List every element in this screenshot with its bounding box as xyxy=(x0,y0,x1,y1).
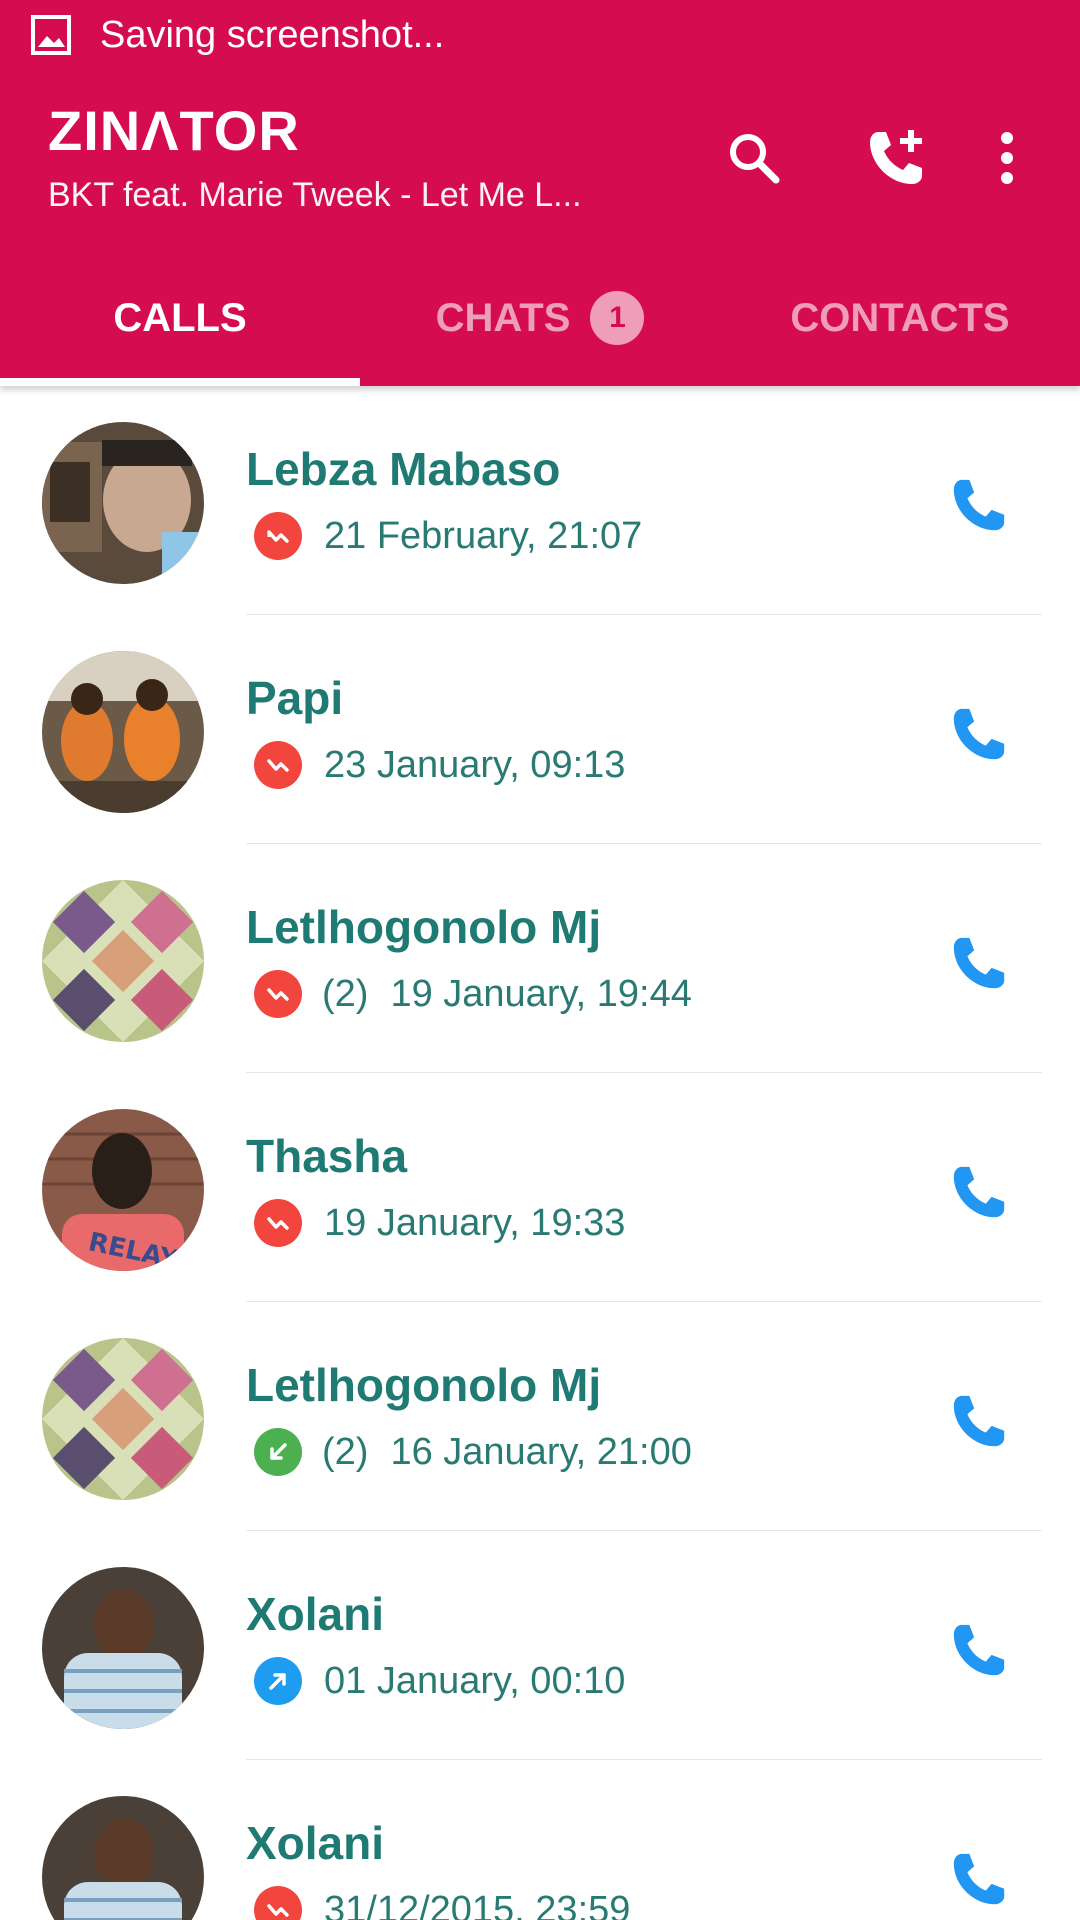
call-phone-icon[interactable] xyxy=(944,1615,1014,1685)
add-call-icon[interactable] xyxy=(864,126,928,190)
call-meta: 21 February, 21:07 xyxy=(254,510,642,562)
contact-name: Xolani xyxy=(246,1817,385,1869)
tab-chats-label: CHATS xyxy=(435,295,571,340)
call-phone-icon[interactable] xyxy=(944,699,1014,769)
avatar[interactable] xyxy=(42,1567,204,1729)
missed-call-icon xyxy=(254,1886,302,1920)
avatar[interactable] xyxy=(42,1796,204,1920)
call-row[interactable]: Xolani 31/12/2015, 23:59 xyxy=(0,1760,1080,1920)
incoming-call-icon xyxy=(254,1428,302,1476)
outgoing-call-icon xyxy=(254,1657,302,1705)
call-time: 19 January, 19:33 xyxy=(324,1201,626,1244)
tab-calls[interactable]: CALLS xyxy=(0,250,360,386)
call-meta: (2) 19 January, 19:44 xyxy=(254,968,692,1020)
contact-name: Xolani xyxy=(246,1588,385,1640)
call-meta: 01 January, 00:10 xyxy=(254,1655,625,1707)
call-time: 01 January, 00:10 xyxy=(324,1659,626,1702)
tab-calls-label: CALLS xyxy=(113,295,247,340)
call-time: 21 February, 21:07 xyxy=(324,514,643,557)
call-meta: 19 January, 19:33 xyxy=(254,1197,625,1249)
image-icon xyxy=(30,14,72,56)
contact-name: Thasha xyxy=(246,1130,408,1182)
tab-contacts[interactable]: CONTACTS xyxy=(720,250,1080,386)
call-count: (2) xyxy=(322,1430,369,1473)
now-playing-subtitle[interactable]: BKT feat. Marie Tweek - Let Me L... xyxy=(48,176,648,215)
call-time: 31/12/2015, 23:59 xyxy=(324,1888,631,1920)
tab-contacts-label: CONTACTS xyxy=(790,295,1010,340)
status-bar: Saving screenshot... xyxy=(0,0,1080,70)
avatar[interactable]: RELAY xyxy=(42,1109,204,1271)
contact-name: Lebza Mabaso xyxy=(246,443,561,495)
contact-name: Letlhogonolo Mj xyxy=(246,901,602,953)
more-vert-icon[interactable] xyxy=(975,126,1039,190)
missed-call-icon xyxy=(254,1199,302,1247)
call-time: 23 January, 09:13 xyxy=(324,743,626,786)
search-icon[interactable] xyxy=(722,126,786,190)
tab-chats[interactable]: CHATS 1 xyxy=(360,250,720,386)
call-phone-icon[interactable] xyxy=(944,1386,1014,1456)
contact-name: Letlhogonolo Mj xyxy=(246,1359,602,1411)
call-row[interactable]: Letlhogonolo Mj (2) 16 January, 21:00 xyxy=(0,1302,1080,1531)
app-title: ZINΛTOR xyxy=(48,99,300,162)
call-row[interactable]: Xolani 01 January, 00:10 xyxy=(0,1531,1080,1760)
call-phone-icon[interactable] xyxy=(944,470,1014,540)
status-text: Saving screenshot... xyxy=(100,13,445,56)
call-time: 19 January, 19:44 xyxy=(390,972,692,1015)
contact-name: Papi xyxy=(246,672,344,724)
screen: Saving screenshot... ZINΛTOR BKT feat. M… xyxy=(0,0,1080,1920)
call-meta: 23 January, 09:13 xyxy=(254,739,625,791)
avatar[interactable] xyxy=(42,1338,204,1500)
call-row[interactable]: Lebza Mabaso 21 February, 21:07 xyxy=(0,386,1080,615)
chats-unread-badge: 1 xyxy=(590,291,645,345)
call-phone-icon[interactable] xyxy=(944,1844,1014,1914)
app-bar: ZINΛTOR BKT feat. Marie Tweek - Let Me L… xyxy=(0,70,1080,250)
call-row[interactable]: RELAY Thasha 19 January, 19:33 xyxy=(0,1073,1080,1302)
call-row[interactable]: Papi 23 January, 09:13 xyxy=(0,615,1080,844)
call-meta: 31/12/2015, 23:59 xyxy=(254,1884,630,1920)
missed-call-icon xyxy=(254,970,302,1018)
missed-call-icon xyxy=(254,741,302,789)
missed-call-icon xyxy=(254,512,302,560)
call-meta: (2) 16 January, 21:00 xyxy=(254,1426,692,1478)
avatar[interactable] xyxy=(42,880,204,1042)
call-time: 16 January, 21:00 xyxy=(390,1430,692,1473)
call-row[interactable]: Letlhogonolo Mj (2) 19 January, 19:44 xyxy=(0,844,1080,1073)
avatar[interactable] xyxy=(42,422,204,584)
call-phone-icon[interactable] xyxy=(944,928,1014,998)
avatar[interactable] xyxy=(42,651,204,813)
tab-bar: CALLS CHATS 1 CONTACTS xyxy=(0,250,1080,386)
call-list: Lebza Mabaso 21 February, 21:07 Papi 23 … xyxy=(0,386,1080,1920)
call-count: (2) xyxy=(322,972,369,1015)
call-phone-icon[interactable] xyxy=(944,1157,1014,1227)
